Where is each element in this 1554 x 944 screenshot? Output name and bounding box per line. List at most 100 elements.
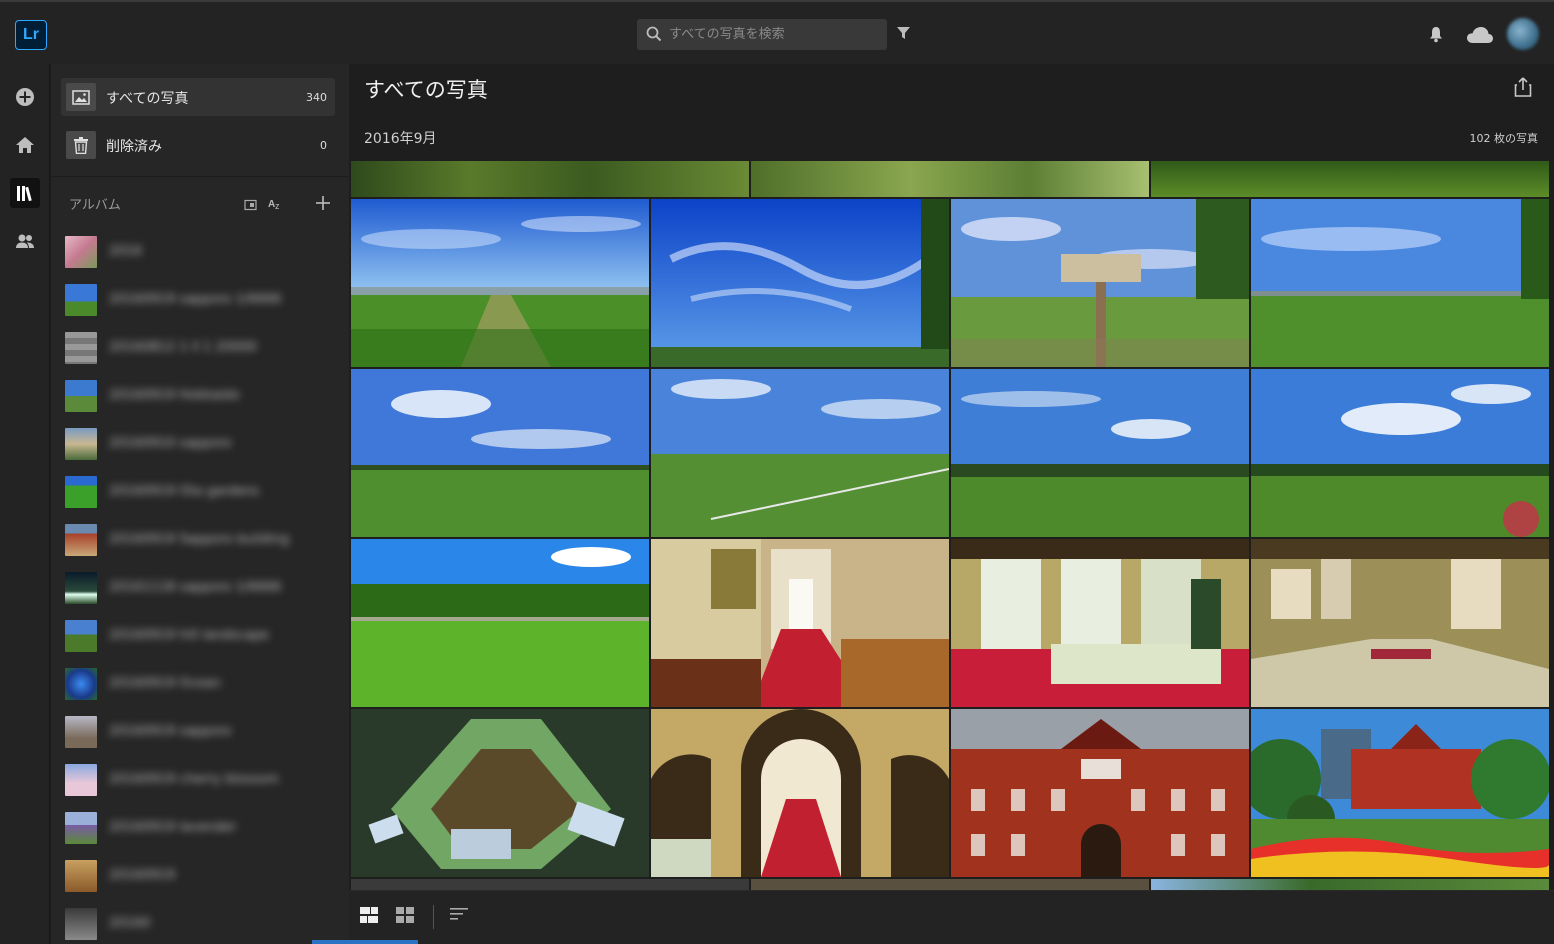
photo-grid-view-icon[interactable] (360, 907, 378, 927)
album-item[interactable]: 20160919 Sapporo building (65, 524, 335, 558)
album-thumbnail (65, 524, 97, 556)
album-item[interactable]: 20160919 Ocean (65, 668, 335, 702)
photo-thumbnail[interactable] (751, 879, 1149, 890)
search-icon (646, 26, 662, 46)
photo-thumbnail[interactable] (951, 369, 1249, 537)
square-grid-view-icon[interactable] (396, 907, 414, 927)
album-name: 2016 (109, 244, 143, 259)
search-input[interactable] (669, 19, 879, 50)
cloud-icon[interactable] (1466, 26, 1494, 48)
left-rail (0, 64, 50, 944)
album-thumbnail (65, 908, 97, 940)
photo-thumbnail[interactable] (351, 199, 649, 367)
album-item[interactable]: 20160919 cherry blossom (65, 764, 335, 798)
add-icon[interactable] (10, 82, 40, 112)
photo-thumbnail[interactable] (751, 161, 1149, 197)
trash-icon (66, 131, 96, 159)
photo-thumbnail[interactable] (351, 369, 649, 537)
photo-thumbnail[interactable] (1251, 369, 1549, 537)
sidebar-item-all-photos[interactable]: すべての写真 340 (61, 78, 335, 116)
photo-thumbnail[interactable] (651, 539, 949, 707)
divider (51, 176, 349, 177)
photo-thumbnail[interactable] (951, 709, 1249, 877)
share-icon[interactable] (1514, 77, 1532, 101)
photo-thumbnail[interactable] (951, 199, 1249, 367)
sort-icon[interactable] (450, 907, 470, 927)
photo-thumbnail[interactable] (351, 879, 749, 890)
album-name: 20160919 hill landscape (109, 628, 269, 643)
album-view-icon[interactable] (244, 196, 258, 215)
photo-thumbnail[interactable] (651, 199, 949, 367)
photo-thumbnail[interactable] (351, 161, 749, 197)
album-thumbnail (65, 428, 97, 460)
album-thumbnail (65, 284, 97, 316)
photo-thumbnail[interactable] (1251, 709, 1549, 877)
deleted-count-badge: 0 (320, 139, 327, 152)
album-item[interactable]: 20160919 hill landscape (65, 620, 335, 654)
album-name: 20160812 1 ll 1 20000 (109, 340, 257, 355)
album-item[interactable]: 20160919 lavender (65, 812, 335, 846)
album-item[interactable]: 20160 (65, 908, 335, 942)
photo-thumbnail[interactable] (1151, 879, 1549, 890)
album-item[interactable]: 20160910 sapporo (65, 428, 335, 462)
divider (433, 905, 434, 929)
album-name: 20160 (109, 916, 151, 931)
album-thumbnail (65, 476, 97, 508)
album-name: 20160910 sapporo (109, 436, 232, 451)
photo-thumbnail[interactable] (1151, 161, 1549, 197)
album-name: 20161118 sapporo 1/6666 (109, 580, 282, 595)
search-box[interactable] (637, 19, 887, 50)
bottom-toolbar (349, 890, 1554, 944)
album-thumbnail (65, 764, 97, 796)
album-thumbnail (65, 716, 97, 748)
photo-thumbnail[interactable] (1251, 539, 1549, 707)
add-album-icon[interactable] (315, 195, 331, 215)
photo-thumbnail[interactable] (351, 709, 649, 877)
album-item[interactable]: 20160919 (65, 860, 335, 894)
sidebar-item-deleted[interactable]: 削除済み 0 (61, 126, 335, 164)
album-item[interactable]: 20160919 sapporo 1/6666 (65, 284, 335, 318)
album-item[interactable]: 20160812 1 ll 1 20000 (65, 332, 335, 366)
album-thumbnail (65, 620, 97, 652)
photo-thumbnail[interactable] (651, 709, 949, 877)
sort-az-icon[interactable]: Az (268, 195, 284, 214)
top-bar: Lr (0, 0, 1554, 64)
album-name: 20160919 (109, 868, 176, 883)
album-item[interactable]: 20160919 Ota gardens (65, 476, 335, 510)
avatar[interactable] (1507, 18, 1539, 50)
album-name: 20160919 Hokkaido (109, 388, 240, 403)
album-name: 20160919 Sapporo building (109, 532, 290, 547)
sidebar-item-label: すべての写真 (106, 91, 189, 107)
album-name: 20160919 sapporo (109, 724, 232, 739)
bell-icon[interactable] (1427, 25, 1445, 47)
svg-text:z: z (275, 201, 280, 210)
photo-thumbnail[interactable] (351, 539, 649, 707)
album-item[interactable]: 20160919 sapporo (65, 716, 335, 750)
album-thumbnail (65, 668, 97, 700)
album-thumbnail (65, 572, 97, 604)
album-item[interactable]: 2016 (65, 236, 335, 270)
filter-icon[interactable] (896, 26, 911, 45)
month-header: 2016年9月 (364, 131, 437, 147)
album-thumbnail (65, 236, 97, 268)
library-icon[interactable] (10, 178, 40, 208)
album-name: 20160919 lavender (109, 820, 237, 835)
album-name: 20160919 cherry blossom (109, 772, 279, 787)
album-thumbnail (65, 332, 97, 364)
photo-thumbnail[interactable] (1251, 199, 1549, 367)
album-item[interactable]: 20160919 Hokkaido (65, 380, 335, 414)
album-name: 20160919 Ota gardens (109, 484, 260, 499)
page-title: すべての写真 (364, 78, 488, 102)
lightroom-logo[interactable]: Lr (15, 20, 47, 50)
photo-thumbnail[interactable] (951, 539, 1249, 707)
photo-count: 102 枚の写真 (1469, 132, 1539, 145)
photo-thumbnail[interactable] (651, 369, 949, 537)
albums-heading: アルバム (69, 198, 121, 213)
people-icon[interactable] (10, 226, 40, 256)
sidebar-item-label: 削除済み (106, 139, 162, 155)
home-icon[interactable] (10, 130, 40, 160)
photo-count-badge: 340 (306, 91, 327, 104)
album-item[interactable]: 20161118 sapporo 1/6666 (65, 572, 335, 606)
album-thumbnail (65, 860, 97, 892)
main-content: すべての写真 2016年9月 102 枚の写真 (349, 64, 1554, 944)
